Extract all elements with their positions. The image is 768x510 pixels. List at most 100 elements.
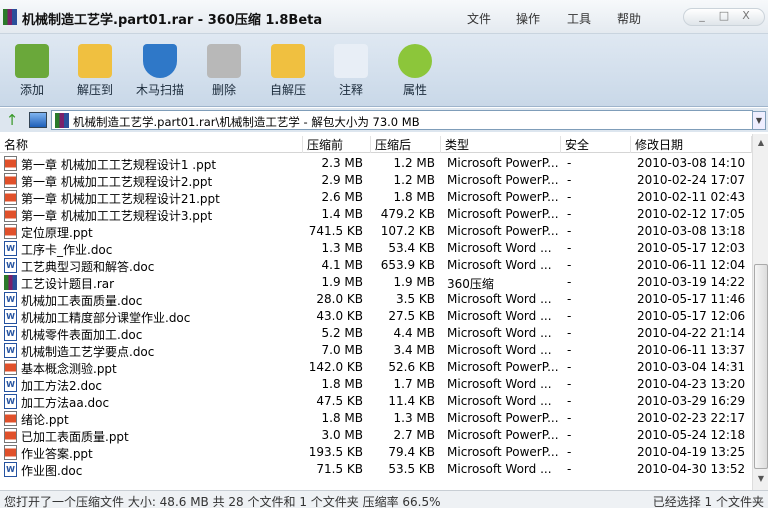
file-row[interactable]: 定位原理.ppt 741.5 KB 107.2 KB Microsoft PowerP…: [0, 223, 752, 240]
doc-file-icon: W: [4, 292, 17, 307]
modified-date: 2010-04-22 21:14: [637, 326, 746, 340]
menu-file[interactable]: 文件: [467, 10, 491, 27]
file-type: Microsoft PowerP...: [447, 428, 559, 442]
file-row[interactable]: 第一章 机械加工工艺规程设计1 .ppt 2.3 MB 1.2 MB Microsof…: [0, 155, 752, 172]
file-type: Microsoft Word ...: [447, 292, 552, 306]
file-row[interactable]: 第一章 机械加工工艺规程设计21.ppt 2.6 MB 1.8 MB Microsof…: [0, 189, 752, 206]
doc-file-icon: W: [4, 343, 17, 358]
safety-status: -: [567, 462, 572, 476]
size-before: 2.3 MB: [321, 156, 363, 170]
file-type: Microsoft PowerP...: [447, 173, 559, 187]
modified-date: 2010-02-11 02:43: [637, 190, 746, 204]
scroll-down-icon[interactable]: ▼: [753, 474, 768, 483]
file-row[interactable]: W 机械加工表面质量.doc 28.0 KB 3.5 KB Microsoft Word…: [0, 291, 752, 308]
toolbar-button-extract-folder[interactable]: 解压到: [65, 40, 125, 98]
modified-date: 2010-05-24 12:18: [637, 428, 746, 442]
size-after: 479.2 KB: [380, 207, 435, 221]
minimize-button[interactable]: _: [692, 9, 712, 22]
file-row[interactable]: W 加工方法2.doc 1.8 MB 1.7 MB Microsoft Word ...…: [0, 376, 752, 393]
file-row[interactable]: 作业答案.ppt 193.5 KB 79.4 KB Microsoft PowerP.…: [0, 444, 752, 461]
toolbar-button-trash[interactable]: 删除: [194, 40, 254, 98]
path-field[interactable]: 机械制造工艺学.part01.rar\机械制造工艺学 - 解包大小为 73.0 …: [51, 110, 753, 130]
close-button[interactable]: X: [736, 9, 756, 22]
file-name: 工艺典型习题和解答.doc: [21, 260, 155, 274]
file-row[interactable]: W 工艺典型习题和解答.doc 4.1 MB 653.9 KB Microsoft Wo…: [0, 257, 752, 274]
path-text: 机械制造工艺学.part01.rar\机械制造工艺学 - 解包大小为 73.0 …: [73, 115, 420, 129]
ppt-file-icon: [4, 445, 17, 460]
menu-tools[interactable]: 工具: [567, 10, 591, 27]
file-type: Microsoft PowerP...: [447, 224, 559, 238]
doc-file-icon: W: [4, 394, 17, 409]
file-list: 名称 压缩前 压缩后 类型 安全 修改日期 第一章 机械加工工艺规程设计1 .p…: [0, 134, 752, 488]
col-type[interactable]: 类型: [441, 136, 561, 153]
size-after: 107.2 KB: [380, 224, 435, 238]
file-row[interactable]: W 工序卡_作业.doc 1.3 MB 53.4 KB Microsoft Word .…: [0, 240, 752, 257]
toolbar-button-self-extract[interactable]: 自解压: [258, 40, 318, 98]
toolbar-button-shield-scan[interactable]: 木马扫描: [130, 40, 190, 98]
size-before: 1.3 MB: [321, 241, 363, 255]
file-row[interactable]: 基本概念测验.ppt 142.0 KB 52.6 KB Microsoft Power…: [0, 359, 752, 376]
file-name: 加工方法aa.doc: [21, 396, 110, 410]
size-after: 653.9 KB: [380, 258, 435, 272]
vertical-scrollbar[interactable]: ▲ ▼: [752, 134, 768, 490]
size-after: 1.9 MB: [393, 275, 435, 289]
file-type: Microsoft PowerP...: [447, 411, 559, 425]
file-name: 加工方法2.doc: [21, 379, 103, 393]
file-name: 机械零件表面加工.doc: [21, 328, 143, 342]
safety-status: -: [567, 411, 572, 425]
toolbar-button-add-archive[interactable]: 添加: [2, 40, 62, 98]
file-name: 工艺设计题目.rar: [21, 277, 115, 291]
safety-status: -: [567, 258, 572, 272]
scroll-thumb[interactable]: [754, 264, 768, 469]
add-archive-icon: [15, 44, 49, 78]
scroll-up-icon[interactable]: ▲: [753, 138, 768, 147]
ppt-file-icon: [4, 411, 17, 426]
size-before: 1.9 MB: [321, 275, 363, 289]
toolbar-button-info[interactable]: 属性: [385, 40, 445, 98]
file-row[interactable]: 工艺设计题目.rar 1.9 MB 1.9 MB 360压缩 - 2010-03-19 1…: [0, 274, 752, 291]
toolbar-label: 属性: [402, 83, 427, 97]
file-row[interactable]: 第一章 机械加工工艺规程设计2.ppt 2.9 MB 1.2 MB Microsoft…: [0, 172, 752, 189]
file-row[interactable]: W 加工方法aa.doc 47.5 KB 11.4 KB Microsoft Word …: [0, 393, 752, 410]
desktop-icon[interactable]: [29, 112, 47, 128]
modified-date: 2010-03-29 16:29: [637, 394, 746, 408]
size-after: 53.5 KB: [388, 462, 435, 476]
file-type: Microsoft PowerP...: [447, 360, 559, 374]
safety-status: -: [567, 377, 572, 391]
toolbar-button-comment-edit[interactable]: 注释: [321, 40, 381, 98]
menu-help[interactable]: 帮助: [617, 10, 641, 27]
file-row[interactable]: 已加工表面质量.ppt 3.0 MB 2.7 MB Microsoft PowerP.…: [0, 427, 752, 444]
file-row[interactable]: 绪论.ppt 1.8 MB 1.3 MB Microsoft PowerP... - 20…: [0, 410, 752, 427]
file-type: Microsoft Word ...: [447, 309, 552, 323]
path-dropdown-button[interactable]: ▼: [752, 111, 766, 130]
window-controls: _ □ X: [683, 8, 765, 26]
menu-operate[interactable]: 操作: [516, 10, 540, 27]
size-before: 1.8 MB: [321, 377, 363, 391]
toolbar-label: 自解压: [269, 83, 306, 97]
col-date[interactable]: 修改日期: [631, 136, 752, 153]
size-after: 79.4 KB: [388, 445, 435, 459]
file-row[interactable]: W 机械加工精度部分课堂作业.doc 43.0 KB 27.5 KB Microsoft…: [0, 308, 752, 325]
file-name: 已加工表面质量.ppt: [21, 430, 129, 444]
toolbar-label: 解压到: [76, 83, 113, 97]
doc-file-icon: W: [4, 326, 17, 341]
col-safety[interactable]: 安全: [561, 136, 631, 153]
maximize-button[interactable]: □: [714, 9, 734, 22]
file-name: 作业图.doc: [21, 464, 83, 478]
file-type: Microsoft Word ...: [447, 326, 552, 340]
file-row[interactable]: 第一章 机械加工工艺规程设计3.ppt 1.4 MB 479.2 KB Microso…: [0, 206, 752, 223]
file-row[interactable]: W 机械制造工艺学要点.doc 7.0 MB 3.4 MB Microsoft Word…: [0, 342, 752, 359]
size-before: 47.5 KB: [316, 394, 363, 408]
col-size-after[interactable]: 压缩后: [371, 136, 441, 153]
up-arrow-icon[interactable]: ↑: [4, 112, 20, 128]
file-row[interactable]: W 作业图.doc 71.5 KB 53.5 KB Microsoft Word ...…: [0, 461, 752, 478]
size-before: 1.4 MB: [321, 207, 363, 221]
toolbar-label: 注释: [338, 83, 363, 97]
size-before: 28.0 KB: [316, 292, 363, 306]
file-row[interactable]: W 机械零件表面加工.doc 5.2 MB 4.4 MB Microsoft Word …: [0, 325, 752, 342]
size-after: 11.4 KB: [388, 394, 435, 408]
col-name[interactable]: 名称: [0, 136, 303, 153]
size-before: 2.9 MB: [321, 173, 363, 187]
file-name: 第一章 机械加工工艺规程设计1 .ppt: [21, 158, 217, 172]
col-size-before[interactable]: 压缩前: [303, 136, 371, 153]
